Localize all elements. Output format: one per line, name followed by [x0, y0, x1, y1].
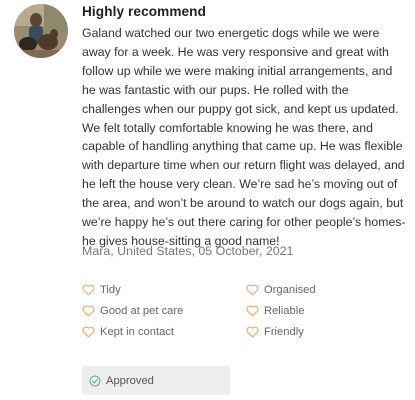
reviewer-photo [14, 4, 68, 58]
heart-outline-icon [246, 326, 259, 338]
heart-outline-icon [82, 305, 95, 317]
heart-outline-icon [246, 305, 259, 317]
tag-organised: Organised [246, 284, 316, 296]
status-label: Approved [106, 374, 154, 387]
review-author-date: Mara, United States, 05 October, 2021 [82, 244, 294, 258]
review-title: Highly recommend [82, 4, 206, 19]
tag-reliable: Reliable [246, 305, 304, 317]
tag-friendly: Friendly [246, 326, 304, 338]
heart-outline-icon [246, 284, 259, 296]
reviewer-avatar [14, 4, 68, 58]
heart-outline-icon [82, 284, 95, 296]
approved-status-badge: Approved [82, 366, 230, 395]
tag-label: Organised [264, 284, 316, 296]
heart-outline-icon [82, 326, 95, 338]
tag-label: Reliable [264, 305, 305, 317]
review-body: Galand watched our two energetic dogs wh… [82, 26, 406, 248]
tag-label: Tidy [100, 284, 121, 296]
tag-label: Good at pet care [100, 305, 184, 317]
tag-label: Friendly [264, 326, 304, 338]
tag-tidy: Tidy [82, 284, 121, 296]
check-circle-icon [89, 375, 101, 386]
tag-kept-in-contact: Kept in contact [82, 326, 174, 338]
tag-label: Kept in contact [100, 326, 175, 338]
tag-good-at-pet-care: Good at pet care [82, 305, 183, 317]
